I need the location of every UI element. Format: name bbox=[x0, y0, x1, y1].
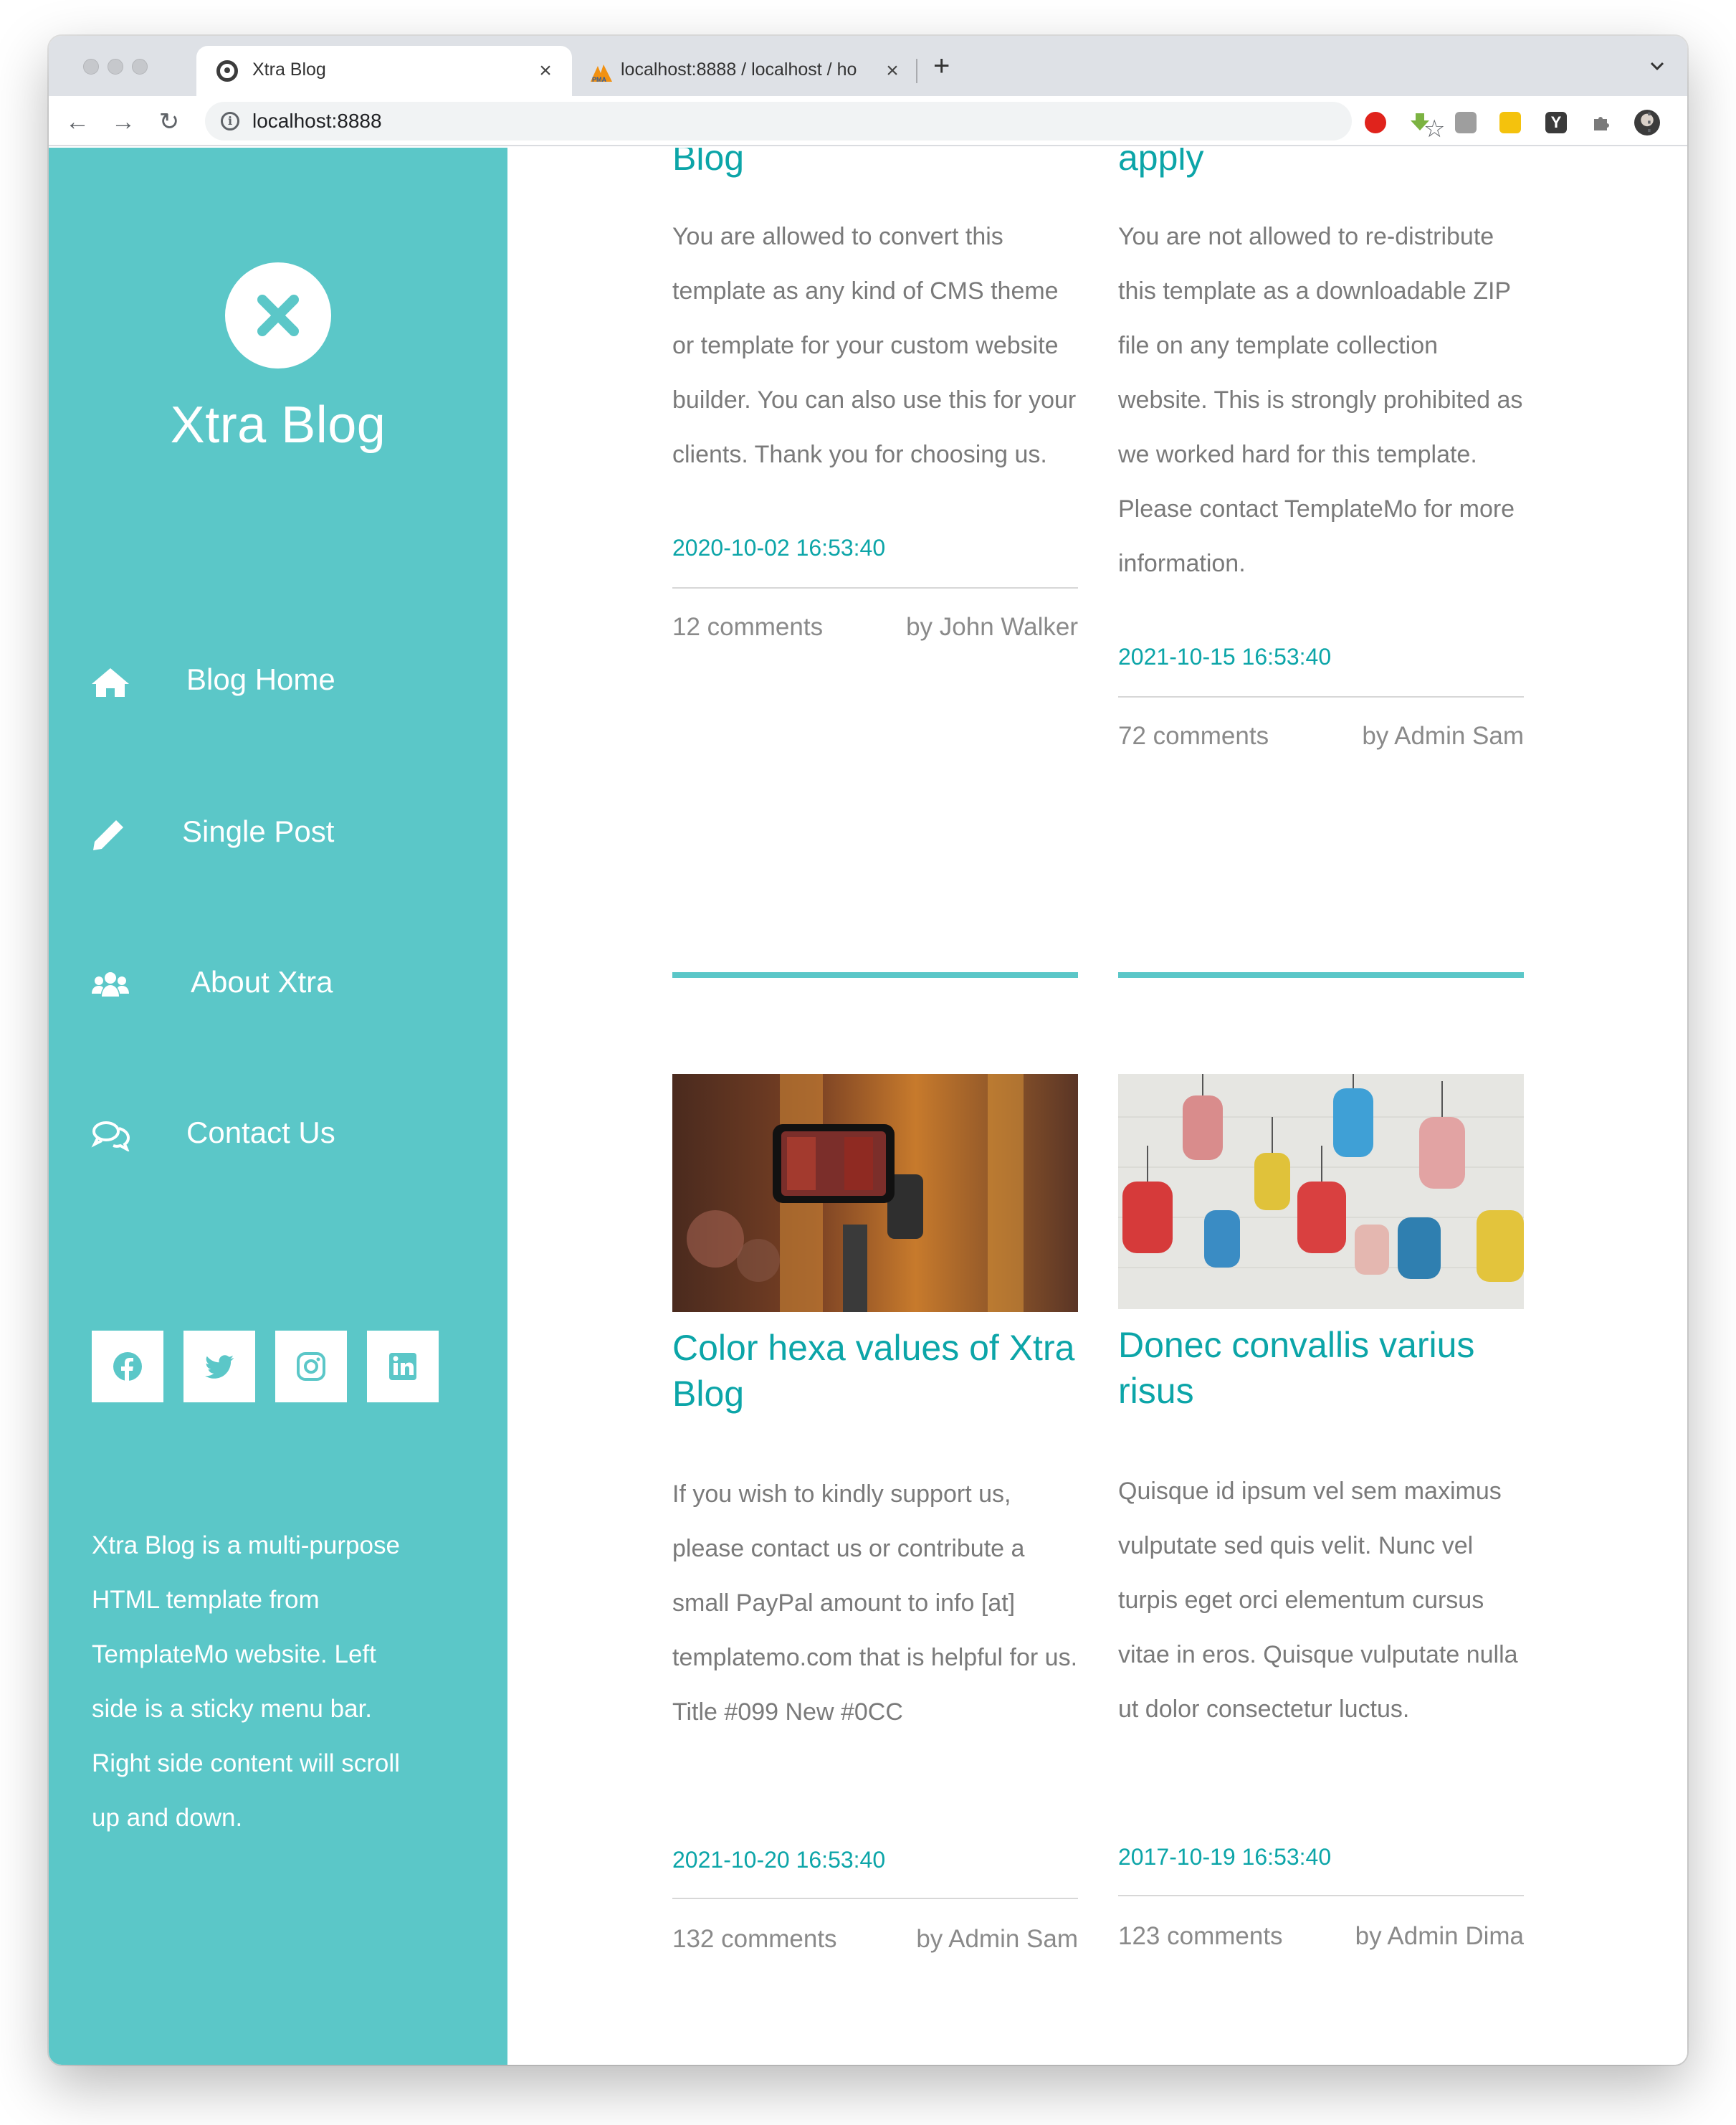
post-title[interactable]: Donec convallis varius risus bbox=[1118, 1322, 1524, 1414]
nav-label: Blog Home bbox=[186, 662, 335, 696]
sidebar: Xtra Blog Blog Home Single Post About Xt… bbox=[49, 148, 507, 2065]
post-card: Donec convallis varius risus Quisque id … bbox=[1118, 1322, 1524, 1965]
twitter-button[interactable] bbox=[183, 1331, 255, 1402]
phone-gimbal-image bbox=[672, 1074, 1078, 1312]
instagram-icon bbox=[297, 1352, 325, 1381]
post-thumbnail[interactable] bbox=[1118, 1074, 1524, 1309]
post-date: 2017-10-19 16:53:40 bbox=[1118, 1844, 1332, 1870]
post-excerpt: Quisque id ipsum vel sem maximus vulputa… bbox=[1118, 1478, 1518, 1723]
post-title[interactable]: Blog bbox=[672, 148, 1078, 181]
puzzle-extensions-icon[interactable] bbox=[1590, 112, 1611, 133]
nav-item-about-xtra[interactable]: About Xtra bbox=[49, 952, 507, 1017]
instagram-button[interactable] bbox=[275, 1331, 347, 1402]
tab-close-icon[interactable]: × bbox=[535, 60, 556, 82]
tab-close-icon[interactable]: × bbox=[882, 60, 903, 82]
tab-title: Xtra Blog bbox=[252, 60, 326, 80]
phpmyadmin-icon: PMA bbox=[591, 65, 612, 83]
minimize-window-button[interactable] bbox=[108, 59, 123, 75]
nav-item-blog-home[interactable]: Blog Home bbox=[49, 650, 507, 714]
post-date: 2021-10-15 16:53:40 bbox=[1118, 644, 1332, 670]
browser-toolbar: ← → ↻ i localhost:8888 ☆ Y ⋮ bbox=[49, 96, 1687, 146]
comment-count[interactable]: 132 comments bbox=[672, 1925, 837, 1954]
linkedin-button[interactable] bbox=[367, 1331, 439, 1402]
nav-item-single-post[interactable]: Single Post bbox=[49, 802, 507, 866]
back-arrow-icon[interactable]: ← bbox=[65, 109, 90, 135]
divider bbox=[672, 1898, 1078, 1899]
post-meta: 72 comments by Admin Sam bbox=[1118, 722, 1524, 765]
url-text: localhost:8888 bbox=[252, 110, 382, 132]
opera-extension-icon[interactable] bbox=[1365, 112, 1386, 133]
site-title[interactable]: Xtra Blog bbox=[49, 396, 507, 455]
tab-strip: Xtra Blog × PMA localhost:8888 / localho… bbox=[49, 36, 1687, 96]
post-meta: 132 comments by Admin Sam bbox=[672, 1925, 1078, 1968]
divider bbox=[1118, 696, 1524, 698]
post-date: 2020-10-02 16:53:40 bbox=[672, 535, 886, 561]
maximize-window-button[interactable] bbox=[132, 59, 148, 75]
post-card: apply You are not allowed to re-distribu… bbox=[1118, 148, 1524, 765]
y-extension-icon[interactable]: Y bbox=[1545, 112, 1567, 133]
nav-label: Single Post bbox=[182, 814, 335, 848]
keep-extension-icon[interactable] bbox=[1499, 112, 1521, 133]
tab-xtra-blog[interactable]: Xtra Blog × bbox=[196, 46, 572, 96]
web-page: Xtra Blog Blog Home Single Post About Xt… bbox=[49, 148, 1687, 2065]
tab-separator bbox=[916, 59, 917, 83]
users-icon bbox=[92, 972, 129, 997]
comment-count[interactable]: 123 comments bbox=[1118, 1922, 1283, 1951]
tab-title: localhost:8888 / localhost / ho bbox=[621, 60, 857, 80]
site-info-icon[interactable]: i bbox=[221, 112, 239, 130]
facebook-icon bbox=[113, 1352, 142, 1381]
twitter-icon bbox=[205, 1355, 234, 1379]
post-author: by Admin Dima bbox=[1355, 1922, 1524, 1950]
download-extension-icon[interactable] bbox=[1409, 112, 1431, 133]
new-tab-button[interactable]: + bbox=[933, 52, 950, 80]
post-title[interactable]: Color hexa values of Xtra Blog bbox=[672, 1325, 1078, 1417]
browser-window: Xtra Blog × PMA localhost:8888 / localho… bbox=[49, 36, 1687, 2065]
post-excerpt: You are allowed to convert this template… bbox=[672, 223, 1077, 468]
close-x-icon bbox=[257, 295, 299, 336]
tab-search-chevron-icon[interactable] bbox=[1649, 57, 1666, 75]
post-separator-bar bbox=[672, 972, 1078, 978]
post-meta: 123 comments by Admin Dima bbox=[1118, 1922, 1524, 1965]
post-card: Blog You are allowed to convert this tem… bbox=[672, 148, 1078, 656]
logo[interactable] bbox=[225, 262, 331, 369]
reader-extension-icon[interactable] bbox=[1455, 112, 1477, 133]
post-excerpt: If you wish to kindly support us, please… bbox=[672, 1480, 1078, 1726]
post-excerpt: You are not allowed to re-distribute thi… bbox=[1118, 223, 1523, 577]
post-title[interactable]: apply bbox=[1118, 148, 1524, 181]
forward-arrow-icon[interactable]: → bbox=[110, 109, 136, 135]
post-thumbnail[interactable] bbox=[672, 1074, 1078, 1312]
post-author: by Admin Sam bbox=[916, 1925, 1078, 1953]
facebook-button[interactable] bbox=[92, 1331, 163, 1402]
linkedin-icon bbox=[389, 1353, 416, 1380]
pencil-icon bbox=[93, 820, 123, 850]
post-author: by Admin Sam bbox=[1362, 722, 1524, 750]
post-date: 2021-10-20 16:53:40 bbox=[672, 1847, 886, 1873]
nav-label: About Xtra bbox=[191, 965, 333, 999]
lanterns-image bbox=[1118, 1074, 1524, 1309]
nav-item-contact-us[interactable]: Contact Us bbox=[49, 1103, 507, 1167]
comment-count[interactable]: 12 comments bbox=[672, 613, 823, 642]
tab-favicon-icon bbox=[216, 60, 238, 82]
browser-menu-icon[interactable]: ⋮ bbox=[1637, 109, 1661, 135]
home-icon bbox=[92, 668, 129, 697]
divider bbox=[672, 587, 1078, 589]
close-window-button[interactable] bbox=[83, 59, 99, 75]
post-separator-bar bbox=[1118, 972, 1524, 978]
post-author: by John Walker bbox=[906, 613, 1078, 641]
nav-label: Contact Us bbox=[186, 1116, 335, 1149]
about-text: Xtra Blog is a multi-purpose HTML templa… bbox=[92, 1531, 400, 1832]
reload-icon[interactable]: ↻ bbox=[156, 109, 182, 135]
comment-count[interactable]: 72 comments bbox=[1118, 722, 1269, 751]
post-card: Color hexa values of Xtra Blog If you wi… bbox=[672, 1325, 1078, 1968]
tab-phpmyadmin[interactable]: PMA localhost:8888 / localhost / ho × bbox=[572, 46, 916, 96]
address-bar[interactable]: i localhost:8888 ☆ bbox=[205, 102, 1445, 143]
comments-icon bbox=[91, 1121, 130, 1151]
svg-text:PMA: PMA bbox=[592, 76, 607, 83]
divider bbox=[1118, 1895, 1524, 1896]
post-meta: 12 comments by John Walker bbox=[672, 613, 1078, 656]
